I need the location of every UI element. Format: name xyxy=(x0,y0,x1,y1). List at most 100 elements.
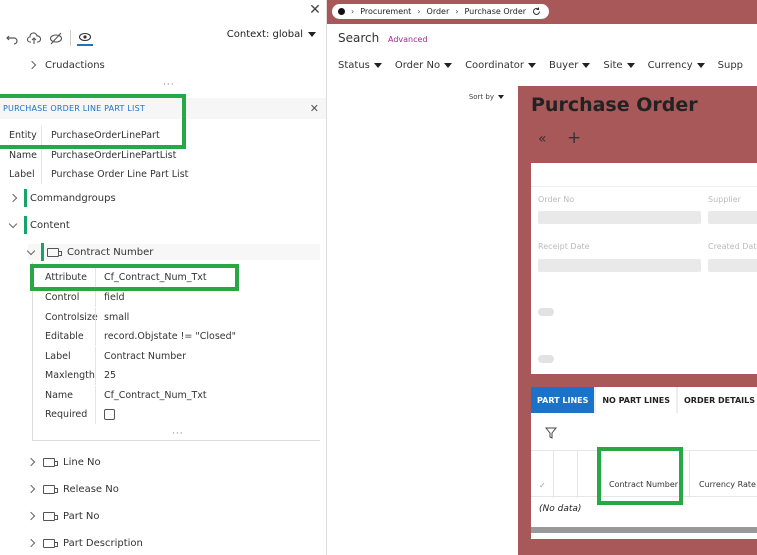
refresh-icon[interactable] xyxy=(532,7,541,16)
attribute-value[interactable]: field xyxy=(104,292,125,303)
double-chevron-left-icon[interactable]: « xyxy=(538,131,547,147)
divider xyxy=(95,405,96,424)
attribute-label: Controlsize xyxy=(45,312,98,323)
filter-coordinator[interactable]: Coordinator xyxy=(465,60,536,71)
field-label-receipt-date: Receipt Date xyxy=(538,242,590,251)
close-icon[interactable]: ✕ xyxy=(308,3,322,17)
attribute-row-editable: Editable record.Objstate != "Closed" xyxy=(30,327,320,346)
node-marker xyxy=(24,216,27,234)
form-header-strip xyxy=(531,163,757,187)
more-icon[interactable]: ··· xyxy=(172,429,184,439)
advanced-search-link[interactable]: Advanced xyxy=(388,35,428,44)
attribute-label: Required xyxy=(45,409,88,420)
section-header: PURCHASE ORDER LINE PART LIST ✕ xyxy=(0,98,326,119)
home-icon[interactable] xyxy=(338,8,345,15)
attribute-value[interactable]: 25 xyxy=(104,370,116,381)
tree-node-commandgroups[interactable]: Commandgroups xyxy=(8,189,116,207)
undo-icon[interactable] xyxy=(4,30,20,46)
attribute-label: Name xyxy=(45,390,74,401)
attribute-value[interactable]: Cf_Contract_Num_Txt xyxy=(104,272,207,283)
sort-by-select[interactable]: Sort by xyxy=(469,93,504,101)
tab-no-part-lines[interactable]: NO PART LINES xyxy=(596,387,676,413)
close-icon[interactable]: ✕ xyxy=(310,102,319,115)
attribute-row-controlsize: Controlsize small xyxy=(30,308,320,327)
chevron-right-icon xyxy=(26,457,36,467)
divider xyxy=(41,165,42,184)
tree-node-contract-number[interactable]: Contract Number xyxy=(26,243,320,261)
filter-status[interactable]: Status xyxy=(338,60,382,71)
filter-currency[interactable]: Currency xyxy=(648,60,705,71)
tree-node-label: Contract Number xyxy=(67,246,154,258)
column-header-contract-number[interactable]: Contract Number xyxy=(609,480,678,489)
filter-label: Supp xyxy=(717,60,744,71)
visibility-off-icon[interactable] xyxy=(48,30,64,46)
chevron-down-icon xyxy=(696,63,705,68)
property-panel: ✕ Context: global Crudactions ··· PURCHA… xyxy=(0,0,327,555)
created-date-field[interactable] xyxy=(708,259,757,272)
search-label[interactable]: Search xyxy=(338,31,379,45)
tree-node-label: Part Description xyxy=(63,537,143,549)
filter-buyer[interactable]: Buyer xyxy=(549,60,591,71)
tree-node-label: Crudactions xyxy=(45,59,105,71)
tree-node-content[interactable]: Content xyxy=(8,216,70,234)
placeholder-pill xyxy=(538,308,554,316)
attribute-value[interactable]: Contract Number xyxy=(104,351,186,362)
column-divider xyxy=(689,451,690,498)
context-select[interactable]: Context: global xyxy=(227,29,316,40)
select-all-check-icon[interactable]: ✓ xyxy=(539,481,546,490)
tree-node-part-no[interactable]: Part No xyxy=(26,508,100,524)
filter-order-no[interactable]: Order No xyxy=(395,60,453,71)
divider xyxy=(95,366,96,385)
property-label: Entity xyxy=(9,130,37,141)
context-select-value: Context: global xyxy=(226,29,303,40)
cloud-upload-icon[interactable] xyxy=(26,30,42,46)
tree-node-part-description[interactable]: Part Description xyxy=(26,535,143,551)
more-icon[interactable]: ··· xyxy=(163,80,175,90)
breadcrumb-item[interactable]: Procurement xyxy=(360,7,411,16)
tree-node-label: Part No xyxy=(63,510,100,522)
app-area: › Procurement › Order › Purchase Order S… xyxy=(327,0,757,555)
field-label-created-date: Created Date xyxy=(708,242,757,251)
tree-node-line-no[interactable]: Line No xyxy=(26,454,101,470)
tree-node-crudactions[interactable]: Crudactions xyxy=(27,57,105,73)
divider xyxy=(95,327,96,346)
filter-site[interactable]: Site xyxy=(603,60,635,71)
column-divider xyxy=(601,451,602,498)
horizontal-scrollbar[interactable] xyxy=(531,527,757,533)
attribute-value[interactable]: small xyxy=(104,312,129,323)
tree-node-release-no[interactable]: Release No xyxy=(26,481,119,497)
field-label-supplier: Supplier xyxy=(708,195,741,204)
page-title: Purchase Order xyxy=(531,94,698,116)
filter-icon[interactable] xyxy=(545,427,557,439)
attribute-value[interactable]: Cf_Contract_Num_Txt xyxy=(104,390,207,401)
attribute-value[interactable]: record.Objstate != "Closed" xyxy=(104,331,236,342)
order-no-field[interactable] xyxy=(538,211,701,224)
property-value[interactable]: PurchaseOrderLinePartList xyxy=(51,150,176,161)
grid-header: ✓ Contract Number Currency Rate xyxy=(531,450,757,498)
column-header-currency-rate[interactable]: Currency Rate xyxy=(699,480,756,489)
search-bar: Search Advanced Status Order No Coordina… xyxy=(327,24,757,86)
tab-bar: PART LINES NO PART LINES ORDER DETAILS C… xyxy=(531,387,757,413)
breadcrumb-item[interactable]: Order xyxy=(427,7,450,16)
tab-order-details[interactable]: ORDER DETAILS xyxy=(678,387,757,413)
property-value[interactable]: PurchaseOrderLinePart xyxy=(51,130,160,141)
receipt-date-field[interactable] xyxy=(538,259,701,272)
eye-icon[interactable] xyxy=(77,30,93,46)
required-checkbox[interactable] xyxy=(104,409,115,420)
breadcrumb: › Procurement › Order › Purchase Order xyxy=(332,4,550,19)
add-icon[interactable]: + xyxy=(567,128,581,148)
attribute-row-maxlength: Maxlength 25 xyxy=(30,366,320,385)
property-value[interactable]: Purchase Order Line Part List xyxy=(51,169,188,180)
divider xyxy=(41,146,42,165)
chevron-right-icon: › xyxy=(351,7,355,16)
filter-supplier[interactable]: Supp xyxy=(718,60,743,71)
divider xyxy=(95,347,96,366)
node-marker xyxy=(41,243,44,261)
breadcrumb-item[interactable]: Purchase Order xyxy=(464,7,526,16)
divider xyxy=(41,126,42,145)
filter-bar: Status Order No Coordinator Buyer Site C… xyxy=(338,60,756,71)
supplier-field[interactable] xyxy=(708,211,757,224)
attribute-row-attribute: Attribute Cf_Contract_Num_Txt xyxy=(30,268,320,287)
divider xyxy=(95,288,96,307)
tab-part-lines[interactable]: PART LINES xyxy=(531,387,595,413)
